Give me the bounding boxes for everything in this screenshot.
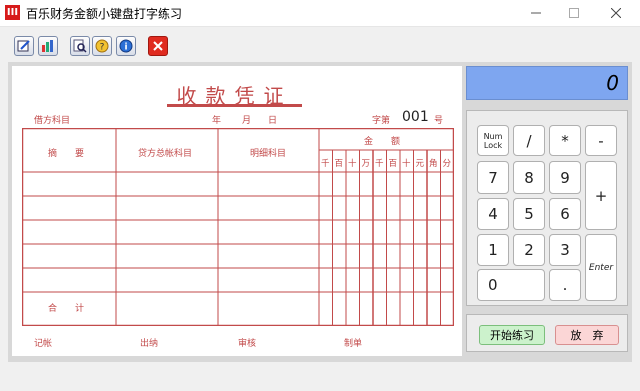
date-month-label: 月 [242,116,252,126]
debit-account-label: 借方科目 [34,116,71,126]
key-9[interactable]: 9 [549,161,581,194]
voucher-table: 摘 要 贷方总帐科目 明细科目 金 额 千百十万千百十元角分 合 计 [22,128,454,326]
toolbar: ? i [8,30,632,62]
date-year-label: 年 [212,116,222,126]
digit-header-cell: 百 [334,159,344,169]
main-panel: 收款凭证 借方科目 年 月 日 字第 001 号 摘 要 贷方总帐科目 明细科目… [8,62,632,362]
svg-text:i: i [124,43,127,53]
numeric-keypad: Num Lock / * - 7 8 9 + 4 5 6 1 2 3 Enter… [466,110,628,306]
preview-icon [73,39,87,53]
total-label: 合 计 [48,304,85,314]
header-amount: 金 额 [364,137,401,147]
key-4[interactable]: 4 [477,198,509,230]
digit-header-cell: 千 [375,159,384,169]
title-bar: III 百乐财务金额小键盘打字练习 [0,0,640,27]
help-icon: ? [95,39,109,53]
receipt-voucher: 收款凭证 借方科目 年 月 日 字第 001 号 摘 要 贷方总帐科目 明细科目… [12,66,462,356]
amount-display: 0 [466,66,628,100]
digit-header-cell: 元 [415,159,425,169]
voucher-number-label: 字第 [372,116,391,126]
key-5[interactable]: 5 [513,198,545,230]
footer-reviewer: 审核 [238,339,257,349]
voucher-number-suffix: 号 [434,116,444,126]
key-minus[interactable]: - [585,125,617,156]
minimize-button[interactable] [516,0,556,26]
title-underline [167,104,302,107]
app-icon: III [5,5,20,20]
action-panel: 开始练习 放 弃 [466,314,628,352]
key-0[interactable]: 0 [477,269,545,301]
chart-icon [42,40,53,52]
window-title: 百乐财务金额小键盘打字练习 [26,7,183,21]
header-credit-account: 贷方总帐科目 [138,149,193,159]
info-icon: i [119,39,133,53]
footer-bookkeeper: 记帐 [34,339,53,349]
digit-header-cell: 万 [361,159,371,169]
digit-header-cell: 角 [429,159,438,169]
maximize-icon [569,8,579,18]
minimize-icon [531,12,541,14]
key-3[interactable]: 3 [549,234,581,266]
key-6[interactable]: 6 [549,198,581,230]
digit-header-cell: 百 [388,159,398,169]
edit-icon [17,40,30,52]
key-dot[interactable]: . [549,269,581,301]
start-practice-button[interactable]: 开始练习 [479,325,545,345]
footer-preparer: 制单 [344,339,363,349]
svg-text:?: ? [100,43,105,53]
edit-button[interactable] [14,36,34,56]
exit-button[interactable] [148,36,168,56]
digit-header-cell: 十 [402,159,411,169]
footer-cashier: 出纳 [140,339,159,349]
digit-header-cell: 十 [348,159,357,169]
voucher-number: 001 [402,109,429,125]
maximize-button[interactable] [554,0,594,26]
key-divide[interactable]: / [513,125,545,156]
key-8[interactable]: 8 [513,161,545,194]
keypad-panel: 0 Num Lock / * - 7 8 9 + 4 5 6 1 2 3 Ent… [466,66,628,356]
abandon-button[interactable]: 放 弃 [555,325,619,345]
key-2[interactable]: 2 [513,234,545,266]
key-numlock-line2: Lock [483,140,503,150]
key-multiply[interactable]: * [549,125,581,156]
key-numlock-line1: Num [483,131,503,141]
key-1[interactable]: 1 [477,234,509,266]
preview-button[interactable] [70,36,90,56]
header-summary: 摘 要 [48,149,85,159]
close-button[interactable] [596,0,636,26]
close-icon [611,8,621,18]
digit-header-cell: 分 [442,159,452,169]
stats-button[interactable] [38,36,58,56]
key-plus[interactable]: + [585,161,617,230]
info-button[interactable]: i [116,36,136,56]
key-7[interactable]: 7 [477,161,509,194]
help-button[interactable]: ? [92,36,112,56]
close-red-icon [153,41,163,51]
digit-header-cell: 千 [321,159,330,169]
key-enter[interactable]: Enter [585,234,617,301]
date-day-label: 日 [268,116,278,126]
key-numlock[interactable]: Num Lock [477,125,509,156]
header-detail-account: 明细科目 [250,149,287,159]
